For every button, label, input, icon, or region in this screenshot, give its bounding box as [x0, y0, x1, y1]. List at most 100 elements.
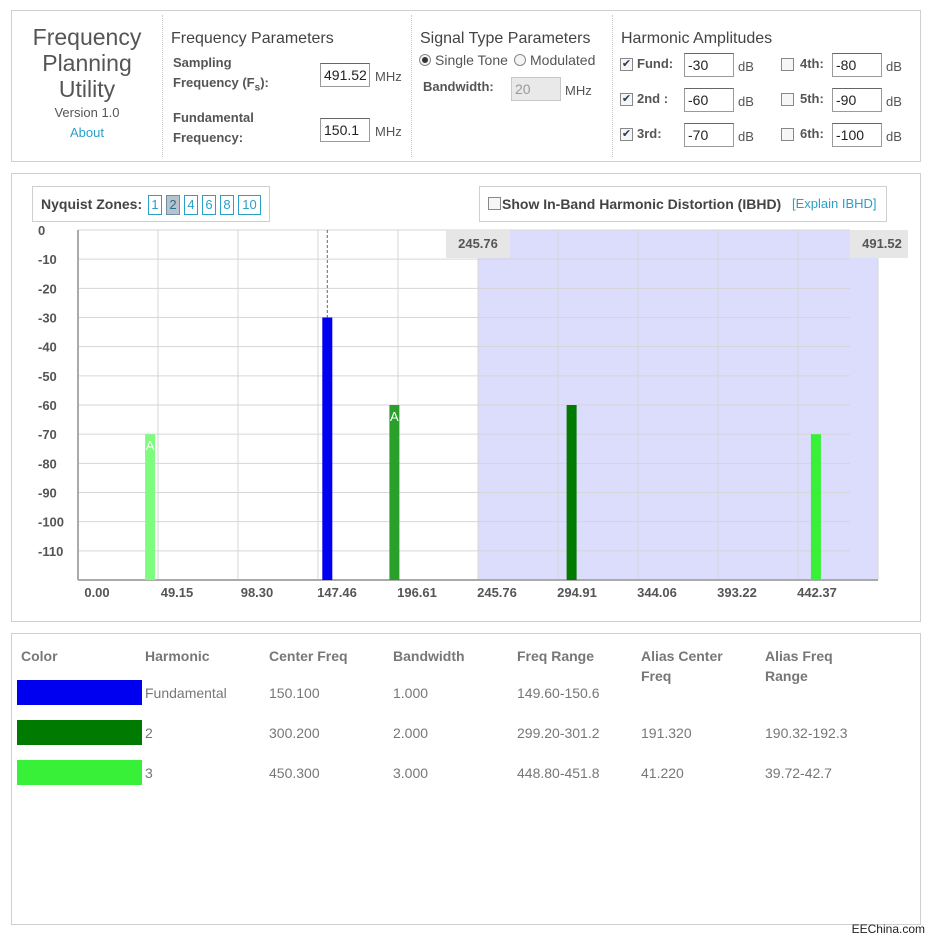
alias-freq-range-cell: 190.32-192.3 [765, 725, 848, 741]
freq-range-cell: 299.20-301.2 [517, 725, 600, 741]
x-tick-label: 49.15 [161, 585, 194, 600]
col-header-alias-center-freq: Alias Center Freq [641, 648, 723, 684]
app-version: Version 1.0 [54, 105, 120, 120]
sixth-harmonic-label: 6th: [800, 126, 824, 141]
single-tone-radio[interactable] [419, 54, 431, 66]
color-swatch [17, 760, 142, 785]
bandwidth-unit: MHz [565, 83, 592, 98]
center-freq-cell: 300.200 [269, 725, 320, 741]
harmonic-cell: 3 [145, 765, 153, 781]
harmonic-cell: 2 [145, 725, 153, 741]
sampling-frequency-label: Sampling Frequency (Fs): [173, 55, 269, 94]
col-header-bandwidth: Bandwidth [393, 648, 465, 664]
center-freq-cell: 450.300 [269, 765, 320, 781]
third-harmonic-checkbox[interactable]: ✔ [620, 128, 633, 141]
bandwidth-cell: 3.000 [393, 765, 429, 781]
fundamental-frequency-input[interactable] [320, 118, 370, 142]
y-tick-label: -10 [38, 252, 57, 267]
frequency-parameters-title: Frequency Parameters [171, 30, 334, 47]
about-link[interactable]: About [12, 125, 162, 140]
harmonic-amplitudes-title: Harmonic Amplitudes [621, 30, 773, 47]
spectrum-chart-panel: Nyquist Zones: 1 2 4 6 8 10 Show In-Band… [11, 173, 921, 622]
x-tick-label: 98.30 [241, 585, 274, 600]
y-tick-label: -80 [38, 456, 57, 471]
signal-type-section: Signal Type Parameters Single Tone Modul… [412, 11, 612, 161]
fund-unit: dB [738, 59, 754, 74]
second-harmonic-checkbox[interactable]: ✔ [620, 93, 633, 106]
y-tick-label: -100 [38, 515, 64, 530]
bandwidth-cell: 2.000 [393, 725, 429, 741]
y-tick-label: -70 [38, 427, 57, 442]
spectrum-bar [810, 434, 821, 580]
spectrum-bar [145, 434, 156, 580]
second-harmonic-label: 2nd : [637, 91, 669, 106]
spectrum-chart: 0 -10 -20 -30 -40 -50 -60 -70 -80 -90 -100 -110 0.00… [38, 223, 908, 600]
color-swatch [17, 680, 142, 705]
spectrum-bar [389, 405, 400, 580]
alias-freq-range-cell: 39.72-42.7 [765, 765, 832, 781]
col-header-color: Color [21, 648, 58, 664]
y-tick-label: -50 [38, 369, 57, 384]
x-tick-label: 442.37 [797, 585, 837, 600]
bandwidth-input[interactable] [511, 77, 561, 101]
fourth-harmonic-input[interactable] [832, 53, 882, 77]
third-harmonic-input[interactable] [684, 123, 734, 147]
x-tick-label: 245.76 [477, 585, 517, 600]
fourth-harmonic-checkbox[interactable] [781, 58, 794, 71]
fifth-harmonic-checkbox[interactable] [781, 93, 794, 106]
second-harmonic-input[interactable] [684, 88, 734, 112]
freq-range-cell: 149.60-150.6 [517, 685, 600, 701]
bandwidth-label: Bandwidth: [423, 79, 494, 94]
fundamental-frequency-label: Fundamental Frequency: [173, 110, 254, 145]
app-title: Frequency Planning Utility [32, 24, 142, 102]
fourth-harmonic-unit: dB [886, 59, 902, 74]
x-tick-label: 393.22 [717, 585, 757, 600]
sampling-frequency-unit: MHz [375, 69, 402, 84]
alias-bar-label: A [390, 409, 399, 424]
single-tone-label: Single Tone [435, 52, 508, 68]
modulated-label: Modulated [530, 52, 596, 68]
y-tick-label: -110 [38, 544, 63, 559]
sixth-harmonic-input[interactable] [832, 123, 882, 147]
bandwidth-cell: 1.000 [393, 685, 429, 701]
freq-range-cell: 448.80-451.8 [517, 765, 600, 781]
x-tick-label: 294.91 [557, 585, 597, 600]
harmonic-amplitudes-section: Harmonic Amplitudes ✔ Fund: dB ✔ 2nd : d… [613, 11, 921, 161]
fund-checkbox[interactable]: ✔ [620, 58, 633, 71]
y-tick-label: -90 [38, 486, 57, 501]
zone-start-label: 245.76 [458, 236, 498, 251]
col-header-alias-freq-range: Alias Freq Range [765, 648, 833, 684]
y-tick-label: -30 [38, 311, 57, 326]
fund-amplitude-input[interactable] [684, 53, 734, 77]
sampling-frequency-input[interactable] [320, 63, 370, 87]
x-tick-label: 147.46 [317, 585, 357, 600]
fund-label: Fund: [637, 56, 674, 71]
fifth-harmonic-label: 5th: [800, 91, 824, 106]
signal-type-title: Signal Type Parameters [420, 30, 591, 47]
x-tick-label: 0.00 [84, 585, 109, 600]
center-freq-cell: 150.100 [269, 685, 320, 701]
sixth-harmonic-unit: dB [886, 129, 902, 144]
y-tick-label: 0 [38, 223, 45, 238]
parameters-panel: Frequency Planning Utility Version 1.0 A… [11, 10, 921, 162]
spectrum-bar [566, 405, 577, 580]
watermark: EEChina.com [851, 922, 925, 936]
y-tick-label: -40 [38, 340, 57, 355]
color-swatch [17, 720, 142, 745]
modulated-radio[interactable] [514, 54, 526, 66]
harmonic-cell: Fundamental [145, 685, 227, 701]
fourth-harmonic-label: 4th: [800, 56, 824, 71]
fifth-harmonic-unit: dB [886, 94, 902, 109]
x-tick-label: 344.06 [637, 585, 677, 600]
third-harmonic-label: 3rd: [637, 126, 662, 141]
fifth-harmonic-input[interactable] [832, 88, 882, 112]
frequency-parameters-section: Frequency Parameters Sampling Frequency … [163, 11, 411, 161]
alias-center-freq-cell: 191.320 [641, 725, 692, 741]
sixth-harmonic-checkbox[interactable] [781, 128, 794, 141]
x-tick-label: 196.61 [397, 585, 437, 600]
spectrum-bar [322, 317, 333, 580]
alias-bar-label: A [146, 438, 155, 453]
y-tick-label: -20 [38, 281, 57, 296]
fundamental-frequency-unit: MHz [375, 124, 402, 139]
second-harmonic-unit: dB [738, 94, 754, 109]
